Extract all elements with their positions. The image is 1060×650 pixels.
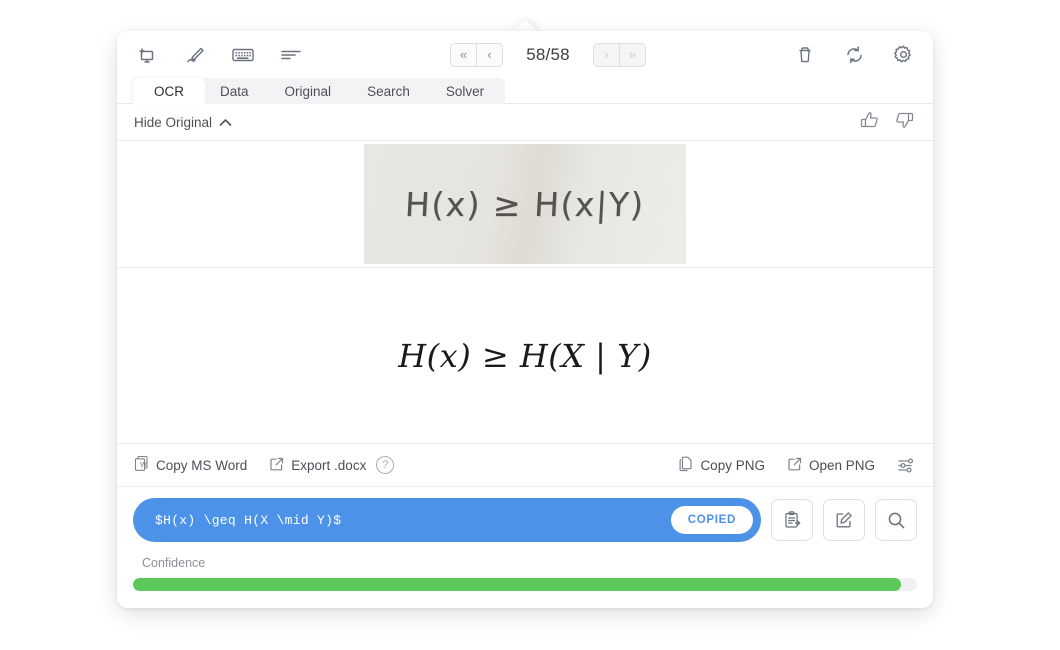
trash-icon[interactable]: [791, 42, 819, 68]
tab-search[interactable]: Search: [346, 78, 431, 104]
hide-original-label: Hide Original: [134, 114, 213, 130]
latex-result-row: $H(x) \geq H(X \mid Y)$ COPIED: [117, 487, 933, 553]
latex-text: $H(x) \geq H(X \mid Y)$: [155, 512, 342, 528]
export-docx-button[interactable]: Export .docx: [269, 456, 366, 475]
copy-page-icon: [678, 455, 694, 475]
tab-ocr[interactable]: OCR: [133, 78, 205, 104]
snip-capture-icon[interactable]: [133, 42, 161, 68]
confidence-bar-track: [133, 578, 917, 591]
thumbs-down-icon[interactable]: [893, 110, 915, 135]
rendered-math-pane: H(x) ≥ H(X | Y): [117, 268, 933, 444]
tab-original[interactable]: Original: [263, 78, 353, 104]
rendered-math: H(x) ≥ H(X | Y): [398, 337, 651, 375]
sliders-settings-icon[interactable]: [897, 456, 917, 474]
handwriting-image: H(x) ≥ H(x|Y): [364, 144, 686, 264]
handwriting-text: H(x) ≥ H(x|Y): [404, 184, 646, 224]
math-relation: ≥: [471, 336, 520, 375]
toolbar-left-icons: [133, 42, 305, 68]
feedback-controls: [859, 110, 915, 135]
page-counter: 58/58: [526, 44, 570, 64]
next-page-button[interactable]: ›: [594, 43, 619, 66]
edit-button[interactable]: [823, 499, 865, 541]
toolbar-right-icons: [791, 42, 917, 68]
gear-icon[interactable]: [889, 42, 917, 68]
tab-solver[interactable]: Solver: [424, 78, 506, 104]
tab-data[interactable]: Data: [199, 78, 270, 104]
text-lines-icon[interactable]: [277, 42, 305, 68]
open-png-label: Open PNG: [808, 457, 875, 473]
confidence-label: Confidence: [142, 556, 206, 570]
copied-badge[interactable]: COPIED: [670, 506, 753, 534]
export-docx-label: Export .docx: [291, 457, 367, 473]
export-bar: W Copy MS Word Export .docx ? Copy PNG O…: [117, 444, 933, 487]
search-button[interactable]: [875, 499, 917, 541]
toolbar: « ‹ 58/58 › »: [117, 31, 933, 78]
original-toggle-row: Hide Original: [117, 104, 933, 141]
math-lhs: H(x): [398, 336, 472, 375]
refresh-icon[interactable]: [840, 42, 868, 68]
external-link-icon: [269, 456, 285, 475]
first-page-button[interactable]: «: [451, 43, 476, 66]
copy-png-button[interactable]: Copy PNG: [678, 455, 765, 475]
paste-clipboard-button[interactable]: [771, 499, 813, 541]
external-link-icon: [787, 456, 803, 475]
tab-bar: OCR Data Original Search Solver: [117, 78, 933, 104]
nav-next-group: › »: [593, 42, 646, 67]
hide-original-button[interactable]: Hide Original: [134, 115, 232, 130]
page-navigation: « ‹ 58/58 › »: [305, 42, 791, 67]
original-image-pane: H(x) ≥ H(x|Y): [117, 141, 933, 268]
copy-ms-word-label: Copy MS Word: [156, 457, 248, 473]
copy-ms-word-button[interactable]: W Copy MS Word: [133, 455, 247, 475]
word-document-icon: W: [133, 455, 150, 475]
help-icon[interactable]: ?: [376, 456, 395, 474]
prev-page-button[interactable]: ‹: [476, 43, 502, 66]
math-rhs: H(X | Y): [519, 336, 652, 375]
thumbs-up-icon[interactable]: [859, 110, 881, 135]
confidence-bar-fill: [133, 578, 902, 591]
latex-result-field[interactable]: $H(x) \geq H(X \mid Y)$ COPIED: [133, 498, 761, 542]
last-page-button[interactable]: »: [619, 43, 645, 66]
svg-text:W: W: [140, 462, 147, 469]
open-png-button[interactable]: Open PNG: [787, 456, 875, 475]
snipping-tool-window: « ‹ 58/58 › » OCR Data Original Search S…: [117, 31, 933, 608]
nav-prev-group: « ‹: [450, 42, 503, 67]
pen-draw-icon[interactable]: [181, 42, 209, 68]
confidence-section: Confidence: [117, 553, 933, 608]
keyboard-icon[interactable]: [229, 42, 257, 68]
copy-png-label: Copy PNG: [700, 457, 765, 473]
chevron-up-icon: [219, 115, 232, 130]
